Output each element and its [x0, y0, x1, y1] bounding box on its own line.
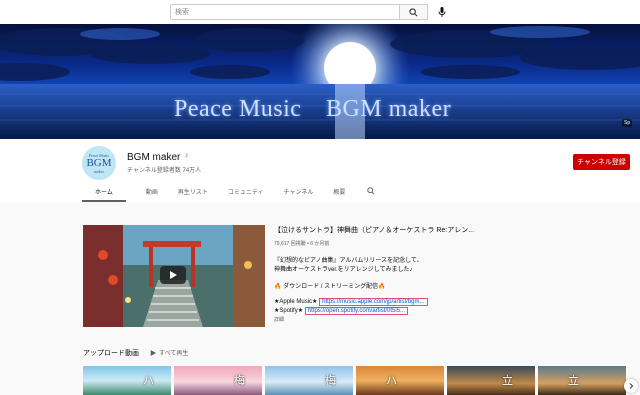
play-all-button[interactable]: すべて再生: [150, 348, 188, 357]
thumbnail-caption: 梅: [325, 374, 336, 387]
tab-playlists[interactable]: 再生リスト: [178, 185, 208, 202]
read-more-link[interactable]: 詳細: [274, 316, 284, 323]
youtube-channel-page: 検索 Peace Music BGM maker Sp Peace Music …: [0, 0, 640, 395]
apple-music-row: ★Apple Music★ https://music.apple.com/jp…: [274, 298, 428, 306]
featured-video-meta: 79,617 回視聴 • 6 か月前: [274, 241, 330, 247]
channel-header: Peace Music BGM maker BGM maker ♪ チャンネル登…: [0, 139, 640, 202]
spotify-row: ★Spotify★ https://open.spotify.com/artis…: [274, 307, 409, 315]
description-line: 🔥 ダウンロード / ストリーミング配信🔥: [274, 284, 386, 290]
avatar-text-bottom: maker: [94, 168, 104, 174]
search-icon: [409, 7, 418, 16]
tab-about[interactable]: 概要: [333, 185, 345, 202]
uploads-shelf: ハ 梅 梅 ハ 立 立: [83, 366, 640, 395]
tab-community[interactable]: コミュニティ: [228, 185, 264, 202]
play-all-label: すべて再生: [159, 351, 189, 357]
channel-name: BGM maker: [127, 152, 181, 163]
apple-music-link[interactable]: https://music.apple.com/jp/artist/bgm...: [319, 298, 428, 306]
description-line: 神舞曲オーケストラver.をリアレンジしてみました♪: [274, 267, 413, 273]
channel-banner: Peace Music BGM maker: [0, 24, 640, 139]
search-icon: [367, 187, 375, 195]
search-placeholder: 検索: [175, 9, 189, 16]
channel-search-button[interactable]: [367, 185, 377, 195]
search-button[interactable]: [400, 4, 428, 20]
video-thumbnail[interactable]: 梅: [174, 366, 262, 395]
music-note-icon: ♪: [185, 152, 189, 159]
subscriber-count: チャンネル登録者数 74万人: [127, 168, 202, 174]
play-icon: [170, 271, 177, 279]
uploads-section-title[interactable]: アップロード動画: [83, 348, 139, 358]
video-thumbnail[interactable]: 立: [538, 366, 626, 395]
play-icon: [150, 349, 156, 356]
avatar-text-main: BGM: [86, 156, 112, 169]
video-thumbnail[interactable]: 梅: [265, 366, 353, 395]
thumbnail-caption: ハ: [386, 374, 397, 387]
spotify-link[interactable]: https://open.spotify.com/artist/0t5i5...: [304, 307, 409, 315]
thumbnail-caption: 立: [502, 374, 513, 387]
video-thumbnail[interactable]: ハ: [356, 366, 444, 395]
chevron-right-icon: [629, 383, 634, 389]
voice-search-button[interactable]: [434, 4, 450, 20]
thumbnail-caption: ハ: [143, 374, 154, 387]
description-line: 『幻想的なピアノ曲集』アルバムリリースを記念して、: [274, 258, 423, 264]
video-thumbnail[interactable]: ハ: [83, 366, 171, 395]
channel-tabs: ホーム 動画 再生リスト コミュニティ チャンネル 概要: [82, 185, 377, 202]
banner-title: Peace Music BGM maker: [174, 96, 452, 122]
shelf-next-button[interactable]: [624, 379, 638, 393]
subscribe-button[interactable]: チャンネル登録: [573, 154, 630, 170]
spotify-link-badge[interactable]: Sp: [622, 119, 633, 127]
apple-music-label: ★Apple Music★: [274, 299, 318, 305]
tab-channels[interactable]: チャンネル: [284, 185, 314, 202]
featured-video-title[interactable]: 【泣けるサントラ】神舞曲（ピアノ＆オーケストラ Re:アレン...: [274, 225, 474, 235]
mic-icon: [438, 7, 446, 17]
video-thumbnail[interactable]: 立: [447, 366, 535, 395]
search-input[interactable]: 検索: [170, 4, 400, 20]
channel-avatar[interactable]: Peace Music BGM maker: [82, 146, 116, 180]
spotify-label: ★Spotify★: [274, 308, 304, 314]
thumbnail-caption: 立: [568, 374, 579, 387]
tab-videos[interactable]: 動画: [146, 185, 158, 202]
play-button[interactable]: [160, 266, 186, 284]
top-bar: 検索: [0, 0, 640, 24]
tab-home[interactable]: ホーム: [82, 185, 126, 202]
thumbnail-caption: 梅: [234, 374, 245, 387]
